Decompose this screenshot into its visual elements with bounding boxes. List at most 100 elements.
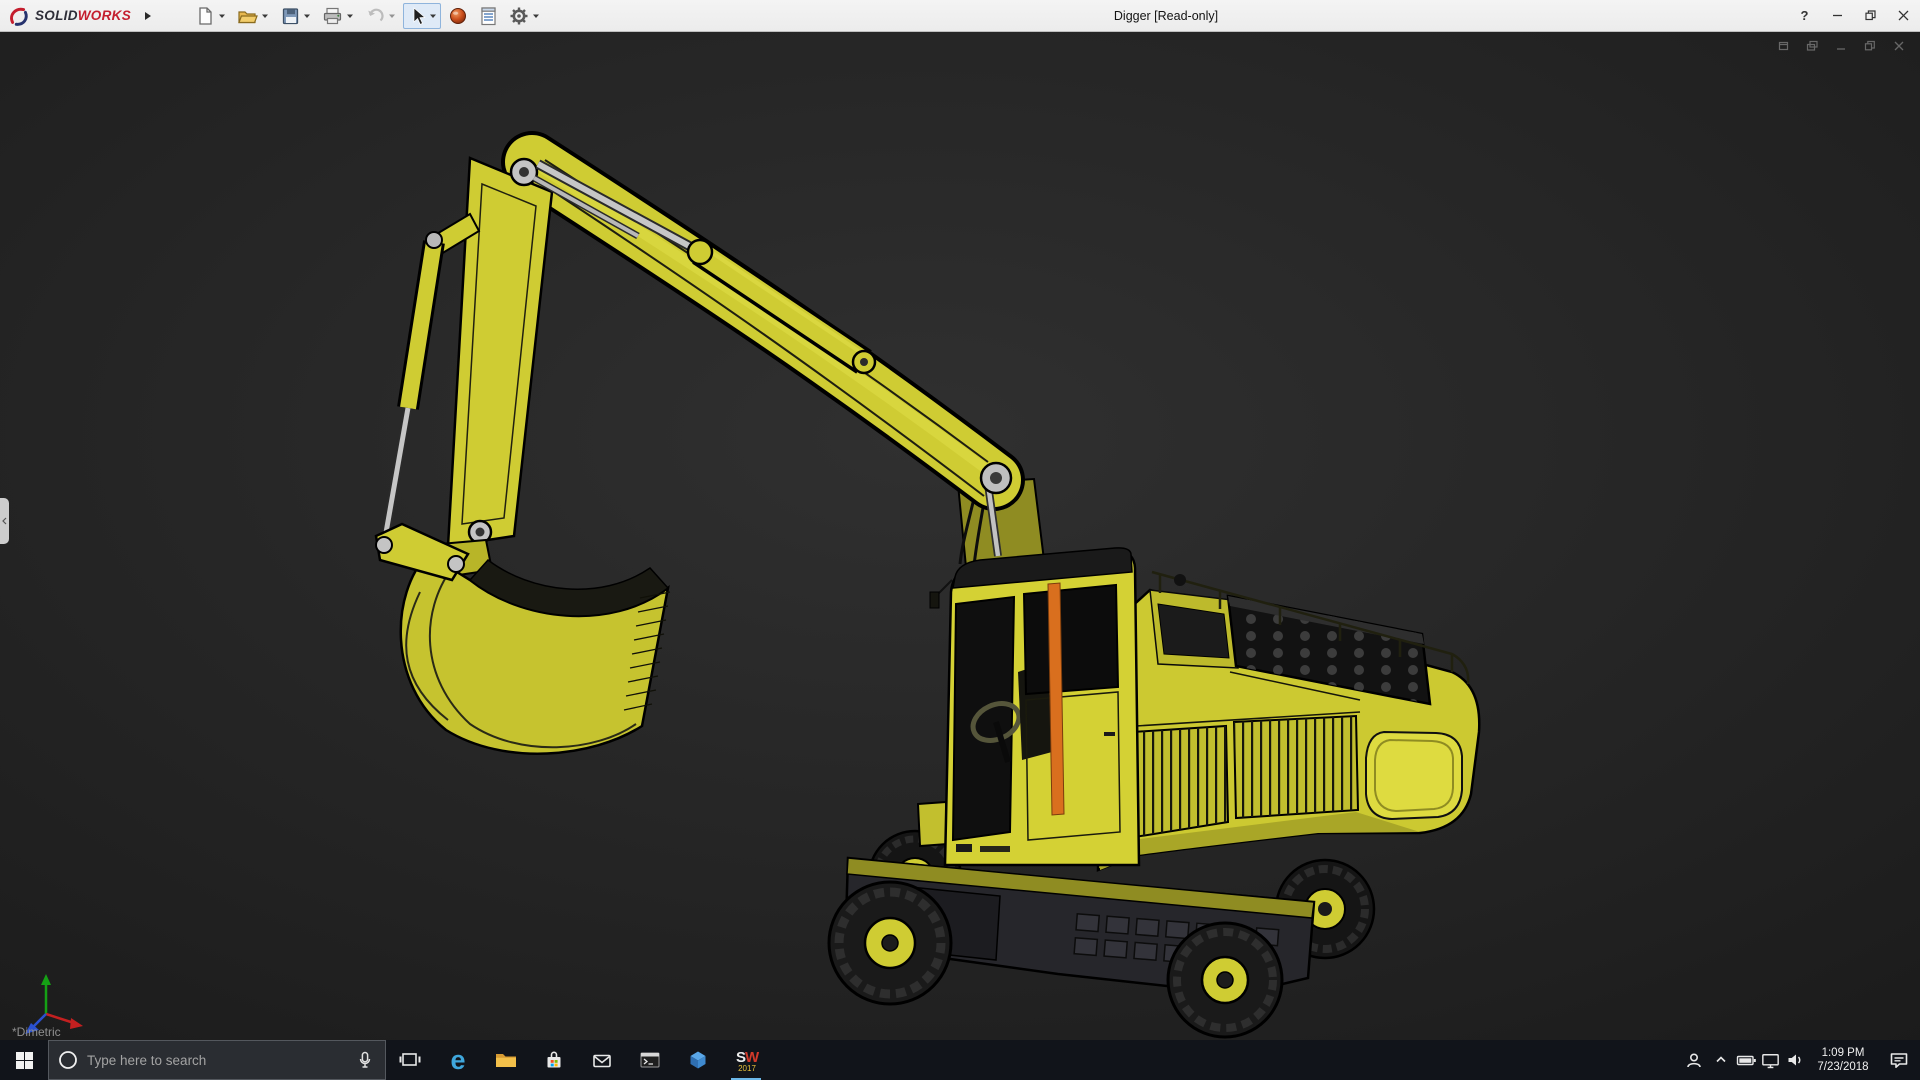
- quick-access-toolbar: [191, 2, 543, 29]
- dropdown-caret-icon[interactable]: [261, 13, 269, 19]
- dropdown-caret-icon[interactable]: [346, 13, 354, 19]
- minimize-button[interactable]: [1821, 0, 1854, 32]
- people-icon: [1687, 1053, 1701, 1068]
- close-icon: [1898, 10, 1909, 21]
- network-status-button[interactable]: [1758, 1040, 1782, 1080]
- battery-icon: [1736, 1055, 1756, 1066]
- taskbar-app-store[interactable]: [530, 1040, 578, 1080]
- taskbar-app-solidworks[interactable]: S W 2017: [722, 1040, 770, 1080]
- dropdown-caret-icon[interactable]: [218, 13, 226, 19]
- search-input[interactable]: [87, 1052, 353, 1068]
- taskbar: e: [0, 1040, 1920, 1080]
- flyout-arrow-icon: [2, 517, 7, 525]
- save-icon: [282, 7, 299, 24]
- system-tray: 1:09 PM 7/23/2018: [1680, 1040, 1920, 1080]
- volume-button[interactable]: [1782, 1040, 1808, 1080]
- dropdown-caret-icon[interactable]: [388, 13, 396, 19]
- open-folder-icon: [238, 10, 258, 23]
- view-orientation-label: *Dimetric: [12, 1025, 61, 1039]
- microphone-icon[interactable]: [353, 1048, 377, 1072]
- taskbar-app-mail[interactable]: [578, 1040, 626, 1080]
- doc-new-window-icon: [1778, 41, 1788, 51]
- taskbar-clock[interactable]: 1:09 PM 7/23/2018: [1808, 1046, 1878, 1074]
- action-center-icon: [1890, 1053, 1908, 1068]
- taskbar-app-file-explorer[interactable]: [482, 1040, 530, 1080]
- open-button[interactable]: [233, 3, 272, 29]
- edge-icon: e: [450, 1046, 465, 1074]
- doc-restore-icon: [1864, 40, 1875, 51]
- undo-icon: [368, 8, 384, 21]
- excavator-model[interactable]: [0, 32, 1920, 1040]
- action-center-button[interactable]: [1878, 1040, 1920, 1080]
- logo-text-works: WORKS: [77, 8, 132, 23]
- help-icon: ?: [1800, 8, 1809, 23]
- restore-button[interactable]: [1854, 0, 1887, 32]
- display-icon: [1761, 1054, 1779, 1069]
- minimize-icon: [1833, 14, 1842, 17]
- graphics-viewport[interactable]: *Dimetric: [0, 32, 1920, 1040]
- doc-close-button[interactable]: [1888, 37, 1910, 55]
- start-icon: [15, 1051, 33, 1069]
- menu-expand-icon: [145, 11, 152, 20]
- brand-text: SOLIDWORKS: [35, 8, 131, 23]
- menu-expand-arrow[interactable]: [139, 3, 157, 29]
- save-button[interactable]: [276, 3, 314, 29]
- feature-tree-flyout-tab[interactable]: [0, 498, 9, 544]
- rebuild-button[interactable]: [445, 3, 471, 29]
- document-window-controls: [1772, 37, 1910, 55]
- start-button[interactable]: [0, 1040, 48, 1080]
- svg-text:e: e: [450, 1046, 465, 1074]
- speaker-icon: [1788, 1054, 1801, 1066]
- solidworks-window: SOLIDWORKS Digger [Read-only] ? *Dimetri…: [0, 0, 1920, 1080]
- options-gear-icon: [510, 7, 528, 24]
- dassault-logo-icon: [10, 7, 28, 26]
- file-properties-icon: [481, 6, 496, 25]
- doc-cascade-icon: [1806, 40, 1818, 51]
- select-cursor-icon: [413, 6, 426, 25]
- cad-cube-icon: [690, 1051, 706, 1069]
- task-view-button[interactable]: [386, 1040, 434, 1080]
- battery-status-button[interactable]: [1734, 1040, 1758, 1080]
- select-tool-button[interactable]: [403, 2, 442, 29]
- new-document-icon: [199, 6, 212, 25]
- undo-button[interactable]: [361, 3, 399, 29]
- taskbar-app-edge[interactable]: e: [434, 1040, 482, 1080]
- solidworks-logo: SOLIDWORKS: [8, 5, 131, 27]
- taskbar-search[interactable]: [48, 1040, 386, 1080]
- cortana-circle-icon: [59, 1051, 77, 1069]
- solidworks-app-icon: S W 2017: [736, 1049, 760, 1073]
- taskbar-app-console[interactable]: [626, 1040, 674, 1080]
- doc-close-icon: [1894, 41, 1904, 51]
- file-properties-button[interactable]: [475, 3, 501, 29]
- dropdown-caret-icon[interactable]: [532, 13, 540, 19]
- clock-time: 1:09 PM: [1821, 1047, 1865, 1059]
- new-document-button[interactable]: [191, 3, 229, 29]
- tray-expand-button[interactable]: [1708, 1040, 1734, 1080]
- mail-icon: [593, 1054, 611, 1068]
- task-view-icon: [399, 1053, 421, 1066]
- file-explorer-icon: [496, 1054, 516, 1067]
- doc-restore-button[interactable]: [1859, 37, 1881, 55]
- doc-minimize-icon: [1837, 48, 1845, 50]
- store-icon: [547, 1051, 561, 1068]
- options-button[interactable]: [505, 3, 543, 29]
- doc-cascade-button[interactable]: [1801, 37, 1823, 55]
- people-button[interactable]: [1680, 1040, 1708, 1080]
- rebuild-icon: [450, 7, 467, 24]
- dropdown-caret-icon[interactable]: [303, 13, 311, 19]
- clock-date: 7/23/2018: [1817, 1061, 1869, 1073]
- logo-text-solid: SOLID: [35, 8, 78, 23]
- window-controls: ?: [1788, 0, 1920, 32]
- close-button[interactable]: [1887, 0, 1920, 32]
- print-button[interactable]: [318, 3, 357, 29]
- taskbar-app-cad-viewer[interactable]: [674, 1040, 722, 1080]
- dropdown-caret-icon[interactable]: [429, 13, 437, 19]
- titlebar: SOLIDWORKS Digger [Read-only] ?: [0, 0, 1920, 32]
- help-button[interactable]: ?: [1788, 0, 1821, 32]
- excavator-cab: [916, 547, 1141, 867]
- print-icon: [323, 7, 342, 24]
- doc-minimize-button[interactable]: [1830, 37, 1852, 55]
- document-title: Digger [Read-only]: [1113, 9, 1219, 23]
- svg-text:2017: 2017: [738, 1064, 756, 1073]
- doc-new-window-button[interactable]: [1772, 37, 1794, 55]
